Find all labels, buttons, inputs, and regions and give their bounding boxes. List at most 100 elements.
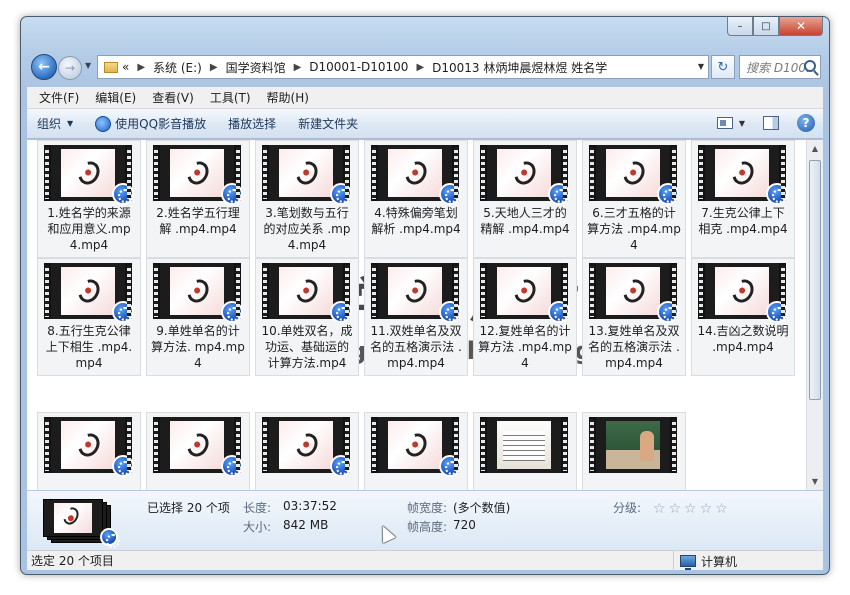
file-list[interactable]: 国学汇总站 www.guoxuehuizong.com 1.姓名学的来源和应用意… — [27, 140, 823, 490]
breadcrumb-library[interactable]: 国学资料馆 — [226, 59, 286, 76]
video-frame — [388, 421, 442, 469]
qq-player-icon — [330, 301, 352, 323]
file-tile[interactable]: 7.生克公律上下相克 .mp4.mp4 — [691, 140, 795, 258]
menu-edit[interactable]: 编辑(E) — [89, 89, 142, 106]
refresh-button[interactable]: ↻ — [711, 55, 735, 79]
file-tile[interactable] — [473, 412, 577, 490]
back-button[interactable]: ← — [31, 54, 57, 80]
new-folder-label: 新建文件夹 — [298, 117, 359, 131]
file-tile[interactable]: 3.笔划数与五行的对应关系 .mp4.mp4 — [255, 140, 359, 258]
file-tile[interactable] — [582, 412, 686, 490]
chevron-right-icon[interactable]: ▶ — [294, 62, 302, 73]
menu-file[interactable]: 文件(F) — [33, 89, 85, 106]
file-tile[interactable]: 4.特殊偏旁笔划解析 .mp4.mp4 — [364, 140, 468, 258]
logo-icon — [292, 157, 322, 189]
chevron-right-icon[interactable]: ▶ — [210, 62, 218, 73]
file-tile[interactable] — [364, 412, 468, 490]
forward-button[interactable]: → — [58, 56, 82, 80]
address-bar[interactable]: « ▶ 系统 (E:) ▶ 国学资料馆 ▶ D10001-D10100 ▶ D1… — [97, 55, 709, 79]
file-name: 5.天地人三才的精解 .mp4.mp4 — [480, 206, 570, 236]
qq-player-icon — [548, 183, 570, 205]
file-name: 2.姓名学五行理解 .mp4.mp4 — [156, 206, 240, 236]
file-name: 11.双姓单名及双名的五格演示法 .mp4.mp4 — [370, 324, 462, 370]
qq-play-button[interactable]: 使用QQ影音播放 — [95, 115, 206, 132]
qq-player-icon — [657, 301, 679, 323]
scroll-up-icon[interactable]: ▲ — [807, 140, 823, 157]
maximize-button[interactable]: □ — [753, 17, 779, 36]
star-icon[interactable]: ☆ — [700, 501, 713, 517]
qq-player-icon — [112, 183, 134, 205]
frame-height-key: 帧高度: — [407, 520, 448, 534]
menu-help[interactable]: 帮助(H) — [261, 89, 315, 106]
minimize-button[interactable]: – — [727, 17, 753, 36]
file-tile[interactable]: 1.姓名学的来源和应用意义.mp4.mp4 — [37, 140, 141, 258]
video-frame — [388, 149, 442, 197]
video-thumbnail — [698, 145, 788, 205]
star-icon[interactable]: ☆ — [669, 501, 682, 517]
menu-view[interactable]: 查看(V) — [146, 89, 200, 106]
scroll-thumb[interactable] — [809, 160, 821, 400]
view-controls: ▼ ? — [716, 114, 815, 132]
video-thumbnail — [480, 263, 570, 323]
logo-icon — [183, 275, 213, 307]
close-button[interactable]: ✕ — [779, 17, 823, 36]
file-tile[interactable]: 13.复姓单名及双名的五格演示法 .mp4.mp4 — [582, 258, 686, 376]
breadcrumb-drive[interactable]: 系统 (E:) — [153, 59, 202, 76]
logo-icon — [401, 157, 431, 189]
star-icon[interactable]: ☆ — [653, 501, 666, 517]
chevron-right-icon[interactable]: ▶ — [416, 62, 424, 73]
breadcrumb-overflow[interactable]: « — [122, 60, 129, 74]
chevron-right-icon[interactable]: ▶ — [137, 62, 145, 73]
recent-pages-dropdown[interactable]: ▼ — [85, 61, 91, 70]
logo-icon — [74, 157, 104, 189]
menu-tools[interactable]: 工具(T) — [204, 89, 257, 106]
file-tile[interactable]: 2.姓名学五行理解 .mp4.mp4 — [146, 140, 250, 258]
new-folder-button[interactable]: 新建文件夹 — [298, 115, 358, 132]
breadcrumb-range[interactable]: D10001-D10100 — [309, 60, 408, 74]
file-name: 9.单姓单名的计算方法. mp4.mp4 — [151, 324, 245, 370]
search-input[interactable]: 搜索 D100... — [739, 55, 821, 79]
logo-icon — [619, 275, 649, 307]
file-tile[interactable]: 11.双姓单名及双名的五格演示法 .mp4.mp4 — [364, 258, 468, 376]
file-tile[interactable]: 5.天地人三才的精解 .mp4.mp4 — [473, 140, 577, 258]
video-frame — [388, 267, 442, 315]
video-frame — [606, 149, 660, 197]
file-tile[interactable] — [255, 412, 359, 490]
address-dropdown-icon[interactable]: ▼ — [698, 62, 704, 71]
view-dropdown-icon[interactable]: ▼ — [739, 119, 745, 128]
qq-player-icon — [766, 183, 788, 205]
qq-player-icon — [221, 183, 243, 205]
rating-stars[interactable]: ☆ ☆ ☆ ☆ ☆ — [653, 501, 731, 517]
video-frame — [715, 267, 769, 315]
logo-icon — [728, 275, 758, 307]
search-icon[interactable] — [804, 60, 816, 72]
file-name: 6.三才五格的计算方法 .mp4.mp4 — [587, 206, 681, 252]
logo-icon — [292, 275, 322, 307]
video-frame — [497, 421, 551, 469]
file-tile[interactable]: 14.吉凶之数说明 .mp4.mp4 — [691, 258, 795, 376]
vertical-scrollbar[interactable]: ▲ ▼ — [806, 140, 823, 490]
video-frame — [54, 503, 92, 533]
organize-label: 组织 — [37, 117, 62, 131]
frame-width-key: 帧宽度: — [407, 501, 448, 515]
file-tile[interactable] — [37, 412, 141, 490]
breadcrumb-current[interactable]: D10013 林炳坤晨煜林煜 姓名学 — [432, 59, 607, 76]
logo-icon — [401, 275, 431, 307]
qq-player-icon — [100, 528, 120, 548]
help-icon[interactable]: ? — [797, 114, 815, 132]
playlist-button[interactable]: 播放选择 — [228, 115, 276, 132]
video-thumbnail — [153, 417, 243, 477]
star-icon[interactable]: ☆ — [684, 501, 697, 517]
organize-button[interactable]: 组织 ▼ — [37, 115, 73, 132]
scroll-down-icon[interactable]: ▼ — [807, 473, 823, 490]
file-tile[interactable]: 6.三才五格的计算方法 .mp4.mp4 — [582, 140, 686, 258]
file-tile[interactable]: 9.单姓单名的计算方法. mp4.mp4 — [146, 258, 250, 376]
file-tile[interactable]: 12.复姓单名的计算方法 .mp4.mp4 — [473, 258, 577, 376]
preview-pane-icon[interactable] — [763, 116, 779, 130]
star-icon[interactable]: ☆ — [715, 501, 728, 517]
file-tile[interactable] — [146, 412, 250, 490]
change-view-icon[interactable] — [716, 117, 733, 129]
video-thumbnail — [262, 417, 352, 477]
file-tile[interactable]: 10.单姓双名，成功运、基础运的计算方法.mp4 — [255, 258, 359, 376]
file-tile[interactable]: 8.五行生克公律上下相生 .mp4.mp4 — [37, 258, 141, 376]
